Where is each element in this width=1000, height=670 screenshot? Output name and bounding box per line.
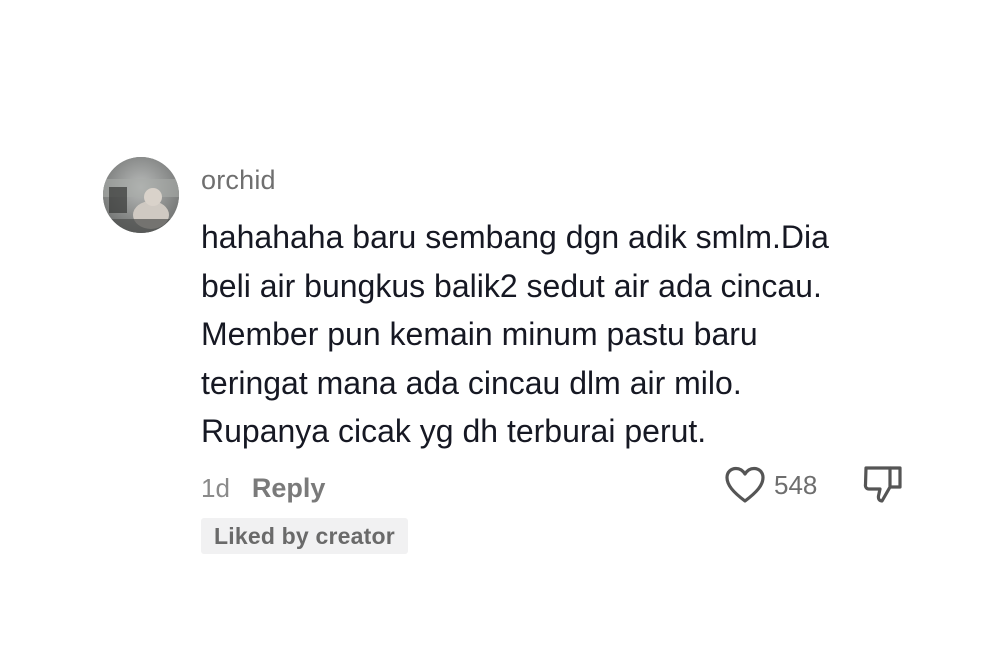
comment-meta: 1d Reply: [201, 470, 325, 506]
liked-by-creator-badge: Liked by creator: [201, 518, 408, 554]
username[interactable]: orchid: [201, 165, 276, 196]
comment-text-line: Member pun kemain minum pastu baru: [201, 316, 758, 352]
timestamp: 1d: [201, 472, 230, 503]
avatar[interactable]: [103, 157, 179, 233]
avatar-photo: [103, 157, 179, 233]
like-button[interactable]: 548: [724, 464, 817, 506]
comment-text-line: Rupanya cicak yg dh terburai perut.: [201, 413, 707, 449]
reply-button[interactable]: Reply: [252, 473, 326, 504]
comment-text-line: beli air bungkus balik2 sedut air ada ci…: [201, 267, 822, 304]
comment-text-line: hahahaha baru sembang dgn adik smlm.Dia: [201, 219, 829, 255]
thumbs-down-icon[interactable]: [860, 463, 906, 505]
comment-text-line: teringat mana ada cincau dlm air milo.: [201, 364, 742, 401]
like-count: 548: [774, 469, 818, 500]
heart-outline-icon[interactable]: [724, 465, 766, 505]
dislike-button[interactable]: [860, 463, 906, 505]
comment-item: orchid hahahaha baru sembang dgn adik sm…: [0, 0, 1000, 670]
comment-text: hahahaha baru sembang dgn adik smlm.Dia …: [201, 213, 941, 456]
